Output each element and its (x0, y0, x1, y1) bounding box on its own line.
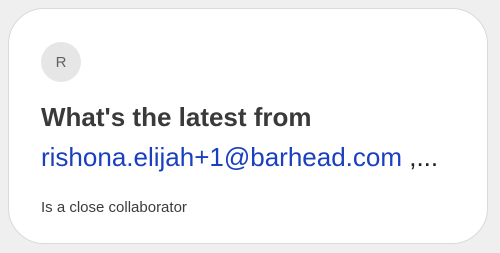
avatar-initial: R (55, 53, 67, 71)
email-link[interactable]: rishona.elijah+1@barhead.com (41, 142, 402, 172)
more-recipients-ellipsis: ,... (402, 142, 439, 172)
headline-prefix: What's the latest from (41, 102, 312, 132)
avatar: R (41, 42, 81, 82)
headline-recipients: rishona.elijah+1@barhead.com ,... (41, 137, 481, 177)
card-headline: What's the latest from rishona.elijah+1@… (41, 97, 481, 177)
relationship-label: Is a close collaborator (41, 199, 187, 216)
suggestion-card[interactable]: R What's the latest from rishona.elijah+… (8, 8, 488, 244)
